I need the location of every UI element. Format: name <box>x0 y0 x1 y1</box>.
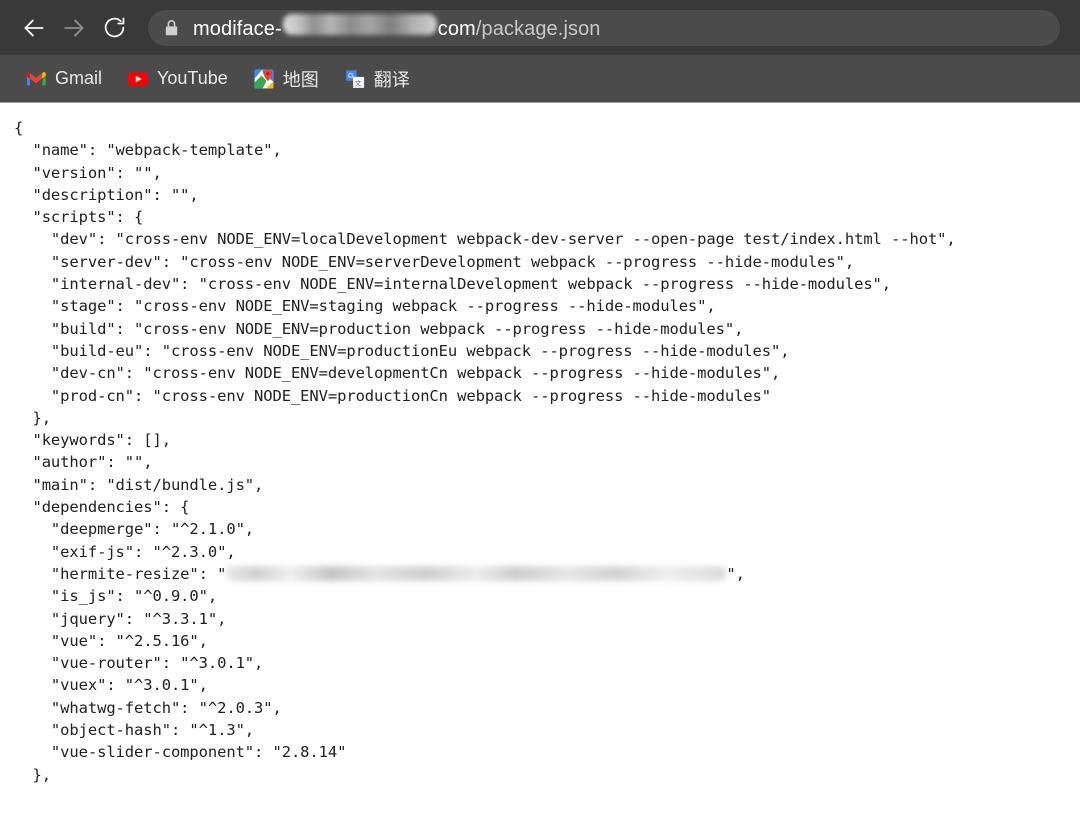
arrow-left-icon <box>21 15 47 41</box>
json-line: "prod-cn": "cross-env NODE_ENV=productio… <box>14 386 772 405</box>
back-button[interactable] <box>14 8 54 48</box>
svg-text:G: G <box>348 71 354 80</box>
address-bar-url: modiface- com /package.json <box>193 14 601 41</box>
json-line-redacted: "hermite-resize": " ", <box>14 563 1080 585</box>
reload-icon <box>102 15 127 40</box>
json-line: "dev-cn": "cross-env NODE_ENV=developmen… <box>14 364 781 383</box>
json-line: "object-hash": "^1.3", <box>14 721 255 740</box>
json-line: "author": "", <box>14 453 153 472</box>
json-line: }, <box>14 408 51 427</box>
json-line: "deepmerge": "^2.1.0", <box>14 520 255 539</box>
value-redaction-blur <box>226 565 727 581</box>
bookmark-label: Gmail <box>55 68 103 88</box>
json-line: "jquery": "^3.3.1", <box>14 609 227 628</box>
json-line: "vuex": "^3.0.1", <box>14 676 208 695</box>
json-line: }, <box>14 765 51 784</box>
bookmark-youtube[interactable]: YouTube <box>118 64 238 94</box>
json-line: { <box>14 119 24 137</box>
bookmark-label: 地图 <box>282 69 319 90</box>
forward-button[interactable] <box>54 8 94 48</box>
bookmark-maps[interactable]: 地图 <box>244 64 329 94</box>
json-line: "main": "dist/bundle.js", <box>14 475 264 494</box>
json-viewer-page: { "name": "webpack-template", "version":… <box>0 103 1080 822</box>
json-line: "build-eu": "cross-env NODE_ENV=producti… <box>14 341 790 360</box>
json-line: "whatwg-fetch": "^2.0.3", <box>14 698 282 717</box>
google-translate-icon: G 文 <box>345 69 365 89</box>
reload-button[interactable] <box>94 8 134 48</box>
svg-text:文: 文 <box>354 78 361 87</box>
package-json-content: { "name": "webpack-template", "version":… <box>0 117 1080 786</box>
bookmark-label: YouTube <box>157 68 228 88</box>
json-line: "dev": "cross-env NODE_ENV=localDevelopm… <box>14 230 956 249</box>
json-line: "dependencies": { <box>14 498 190 517</box>
lock-icon <box>164 19 179 37</box>
url-path: /package.json <box>475 18 601 40</box>
json-line: "keywords": [], <box>14 431 171 450</box>
arrow-right-icon <box>61 15 87 41</box>
json-line: "vue": "^2.5.16", <box>14 631 208 650</box>
json-line-prefix: "hermite-resize": " <box>14 564 227 583</box>
json-line: "version": "", <box>14 163 162 182</box>
json-line: "vue-router": "^3.0.1", <box>14 654 264 673</box>
json-line-suffix: ", <box>726 564 745 583</box>
google-maps-icon <box>254 68 274 89</box>
json-line: "server-dev": "cross-env NODE_ENV=server… <box>14 252 855 271</box>
youtube-icon <box>128 69 149 89</box>
gmail-icon <box>26 69 46 89</box>
json-line: "vue-slider-component": "2.8.14" <box>14 743 347 762</box>
address-bar[interactable]: modiface- com /package.json <box>148 9 1060 46</box>
json-line: "is_js": "^0.9.0", <box>14 587 218 606</box>
json-line: "stage": "cross-env NODE_ENV=staging web… <box>14 297 716 316</box>
json-line: "name": "webpack-template", <box>14 141 282 160</box>
url-prefix: modiface- <box>193 18 282 40</box>
bookmark-label: 翻译 <box>373 69 410 90</box>
json-line: "scripts": { <box>14 208 144 227</box>
bookmark-translate[interactable]: G 文 翻译 <box>335 64 420 94</box>
browser-chrome: modiface- com /package.json Gmail YouTub… <box>0 0 1080 103</box>
url-redaction-blur <box>282 14 437 35</box>
bookmarks-bar: Gmail YouTube 地图 G 文 翻译 <box>0 55 1080 103</box>
json-line: "description": "", <box>14 185 199 204</box>
url-host-suffix: com <box>437 18 476 40</box>
json-line: "build": "cross-env NODE_ENV=production … <box>14 319 744 338</box>
browser-toolbar: modiface- com /package.json <box>0 0 1080 55</box>
json-line: "exif-js": "^2.3.0", <box>14 542 236 561</box>
json-line: "internal-dev": "cross-env NODE_ENV=inte… <box>14 275 892 294</box>
bookmark-gmail[interactable]: Gmail <box>16 64 112 94</box>
